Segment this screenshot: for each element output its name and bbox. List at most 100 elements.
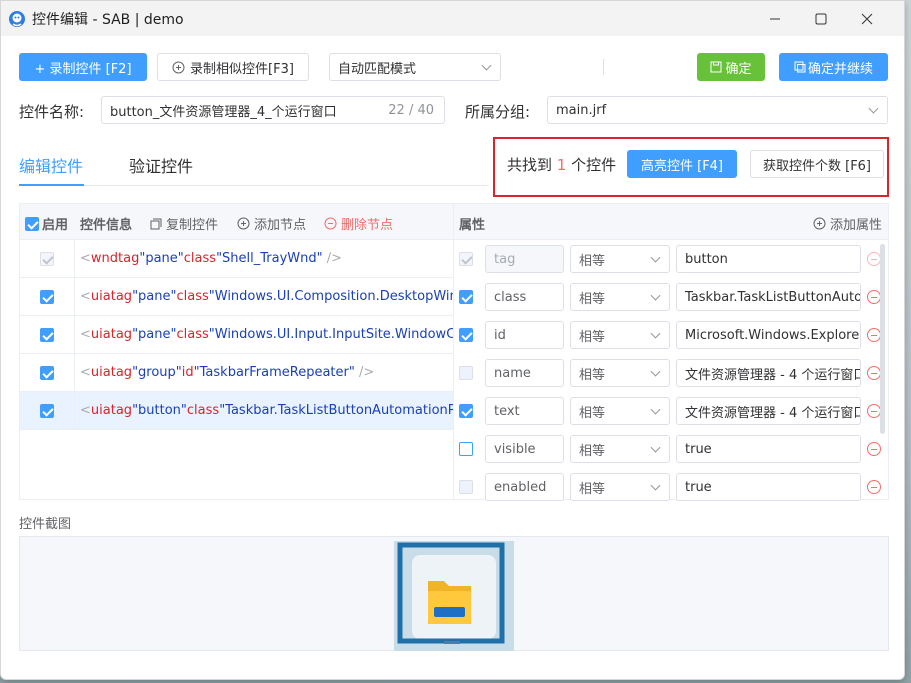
remove-property-icon[interactable] (867, 442, 881, 456)
property-enable-checkbox[interactable] (459, 442, 473, 456)
property-operator-select[interactable]: 相等 (570, 397, 670, 425)
xml-attr-value: "Taskbar.TaskListButtonAutomationPeer" (219, 403, 453, 418)
tree-header: 启用 控件信息 复制控件 添加节点 删除节点 (20, 204, 453, 240)
confirm-continue-button[interactable]: 确定并继续 (779, 53, 888, 81)
maximize-button[interactable] (798, 1, 844, 36)
property-value-input[interactable]: Microsoft.Windows.Explorer (676, 321, 861, 349)
tree-row-xml: <wndtag"pane"class"Shell_TrayWnd" /> (80, 251, 342, 266)
tree-row-enable-checkbox[interactable] (40, 365, 54, 380)
record-similar-button[interactable]: 录制相似控件[F3] (157, 53, 309, 81)
match-mode-select[interactable]: 自动匹配模式 (329, 53, 501, 81)
property-name-input[interactable]: name (485, 359, 564, 387)
property-operator-select[interactable]: 相等 (570, 321, 670, 349)
delete-node-button[interactable]: 删除节点 (324, 214, 393, 233)
property-value-input[interactable]: 文件资源管理器 - 4 个运行窗口 (676, 359, 861, 387)
xml-bracket: < (80, 403, 91, 418)
enable-all-header[interactable]: 启用 (25, 214, 68, 233)
chevron-down-icon (481, 60, 492, 71)
property-name-input[interactable]: class (485, 283, 564, 311)
property-name-input[interactable]: text (485, 397, 564, 425)
property-operator-select-text: 相等 (579, 367, 606, 383)
property-value-input-text: button (685, 251, 728, 267)
property-operator-select[interactable]: 相等 (570, 283, 670, 311)
property-row: class 相等 Taskbar.TaskListButtonAutomationP… (454, 278, 888, 316)
remove-property-icon[interactable] (867, 328, 881, 342)
remove-property-icon[interactable] (867, 404, 881, 418)
remove-property-icon[interactable] (867, 366, 881, 380)
tree-row[interactable]: <uiatag"pane"class"Windows.UI.Compositio… (20, 278, 453, 316)
property-enable-checkbox[interactable] (459, 290, 473, 304)
property-value-input[interactable]: true (676, 473, 861, 501)
remove-property-icon[interactable] (867, 480, 881, 494)
property-row: id 相等 Microsoft.Windows.Explorer (454, 316, 888, 354)
tab-verify-control[interactable]: 验证控件 (129, 153, 193, 177)
property-value-input[interactable]: Taskbar.TaskListButtonAutomationPeer (676, 283, 861, 311)
add-node-button[interactable]: 添加节点 (237, 214, 306, 233)
xml-tag-name: uia (90, 289, 111, 304)
xml-tag-name: uia (90, 403, 111, 418)
add-property-button[interactable]: 添加属性 (813, 214, 882, 233)
tree-row[interactable]: <uiatag"group"id"TaskbarFrameRepeater" /… (20, 354, 453, 392)
property-row: tag 相等 button (454, 240, 888, 278)
tree-row-enable-cell (20, 354, 75, 391)
property-name-input[interactable]: id (485, 321, 564, 349)
property-enable-checkbox[interactable] (459, 328, 473, 342)
toolbar-divider (603, 59, 604, 75)
properties-scrollbar[interactable] (880, 244, 885, 434)
minimize-button[interactable] (752, 1, 798, 36)
xml-attr-name: tag (110, 289, 133, 304)
property-value-input[interactable]: true (676, 435, 861, 463)
property-row: name 相等 文件资源管理器 - 4 个运行窗口 (454, 354, 888, 392)
control-name-input[interactable]: button_文件资源管理器_4_个运行窗口 22 / 40 (101, 96, 445, 124)
properties-header: 属性 添加属性 (454, 204, 888, 240)
tree-row[interactable]: <uiatag"button"class"Taskbar.TaskListBut… (20, 392, 453, 430)
property-operator-select[interactable]: 相等 (570, 245, 670, 273)
record-control-button[interactable]: + 录制控件 [F2] (19, 53, 147, 81)
property-row: text 相等 文件资源管理器 - 4 个运行窗口 (454, 392, 888, 430)
title-bar: 控件编辑 - SAB | demo (1, 1, 904, 36)
xml-attr-name: class (176, 327, 209, 342)
xml-attr-value: "pane" (139, 251, 184, 266)
remove-property-icon[interactable] (867, 290, 881, 304)
save-icon (710, 61, 722, 73)
close-button[interactable] (844, 1, 890, 36)
property-operator-select[interactable]: 相等 (570, 359, 670, 387)
xml-bracket: < (80, 327, 91, 342)
property-operator-select-text: 相等 (579, 481, 606, 497)
tree-row-enable-checkbox[interactable] (40, 289, 54, 304)
find-result-text: 共找到 1 个控件 (507, 154, 616, 175)
highlight-control-button[interactable]: 高亮控件 [F4] (627, 150, 737, 178)
tree-row-enable-checkbox[interactable] (40, 403, 54, 418)
property-name-input[interactable]: enabled (485, 473, 564, 501)
property-enable-checkbox[interactable] (459, 404, 473, 418)
xml-attr-name: tag (118, 251, 140, 266)
tab-edit-control[interactable]: 编辑控件 (19, 153, 83, 177)
enable-all-checkbox[interactable] (25, 216, 39, 231)
remove-property-icon[interactable] (867, 252, 881, 266)
property-value-input[interactable]: 文件资源管理器 - 4 个运行窗口 (676, 397, 861, 425)
property-value-input[interactable]: button (676, 245, 861, 273)
tree-row-enable-checkbox[interactable] (40, 327, 54, 342)
plus-circle-icon (813, 217, 826, 230)
tree-row[interactable]: <wndtag"pane"class"Shell_TrayWnd" /> (20, 240, 453, 278)
xml-attr-name: id (181, 365, 194, 380)
xml-tag-name: wnd (90, 251, 119, 266)
delete-node-label: 删除节点 (341, 218, 394, 233)
get-count-button[interactable]: 获取控件个数 [F6] (750, 150, 884, 178)
group-select[interactable]: main.jrf (547, 96, 888, 124)
property-name-input[interactable]: tag (485, 245, 564, 273)
xml-attr-value: "pane" (132, 289, 177, 304)
confirm-button[interactable]: 确定 (697, 53, 765, 81)
property-operator-select[interactable]: 相等 (570, 473, 670, 501)
property-name-input-text: enabled (494, 479, 547, 495)
xml-attr-value: "Shell_TrayWnd" (216, 251, 323, 266)
chevron-down-icon (650, 290, 661, 301)
copy-control-button[interactable]: 复制控件 (150, 214, 218, 233)
xml-attr-name: tag (110, 403, 133, 418)
property-name-input[interactable]: visible (485, 435, 564, 463)
properties-panel: 属性 添加属性 tag 相等 button class 相等 Taskbar.TaskLi… (453, 203, 889, 501)
property-operator-select[interactable]: 相等 (570, 435, 670, 463)
property-row: enabled 相等 true (454, 468, 888, 506)
tree-row[interactable]: <uiatag"pane"class"Windows.UI.Input.Inpu… (20, 316, 453, 354)
window-title: 控件编辑 - SAB | demo (32, 11, 184, 28)
